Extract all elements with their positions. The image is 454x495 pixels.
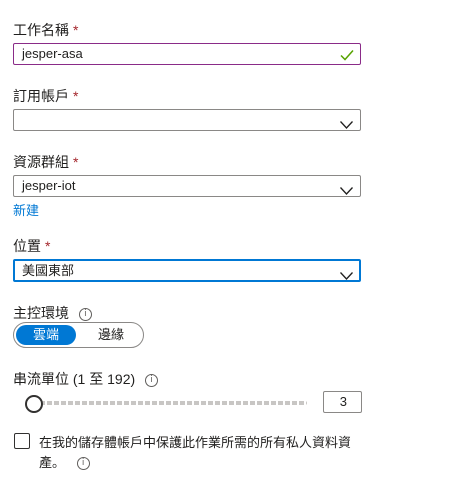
info-icon[interactable]: i — [78, 307, 92, 321]
chevron-down-icon — [340, 267, 353, 285]
subscription-label: 訂用帳戶 * — [13, 88, 79, 104]
resource-group-dropdown[interactable]: jesper-iot — [13, 175, 361, 197]
location-value: 美國東部 — [22, 263, 75, 278]
checkmark-icon — [340, 48, 354, 66]
streaming-units-label: 串流單位 (1 至 192) i — [13, 370, 159, 388]
info-icon[interactable]: i — [76, 457, 90, 471]
streaming-units-slider-track[interactable] — [33, 401, 307, 405]
streaming-units-input[interactable]: 3 — [323, 391, 362, 413]
hosting-environment-label: 主控環境 i — [13, 304, 92, 322]
location-label: 位置 * — [13, 238, 51, 254]
resource-group-value: jesper-iot — [22, 178, 76, 193]
chevron-down-icon — [340, 116, 353, 134]
job-name-label: 工作名稱 * — [13, 22, 79, 38]
streaming-units-slider-thumb[interactable] — [25, 395, 43, 413]
hosting-environment-toggle: 雲端 邊緣 — [13, 322, 144, 348]
hosting-option-edge[interactable]: 邊緣 — [82, 325, 140, 345]
resource-group-label: 資源群組 * — [13, 154, 79, 170]
job-name-value: jesper-asa — [22, 46, 83, 61]
subscription-dropdown[interactable] — [13, 109, 361, 131]
info-icon[interactable]: i — [145, 373, 159, 387]
secure-assets-label: 在我的儲存體帳戶中保護此作業所需的所有私人資料資產。 i — [39, 435, 352, 471]
hosting-option-cloud[interactable]: 雲端 — [16, 325, 76, 345]
secure-assets-checkbox[interactable] — [14, 433, 30, 449]
job-name-input[interactable]: jesper-asa — [13, 43, 361, 65]
location-dropdown[interactable]: 美國東部 — [13, 259, 361, 282]
chevron-down-icon — [340, 182, 353, 200]
create-new-resource-group-link[interactable]: 新建 — [13, 200, 39, 219]
